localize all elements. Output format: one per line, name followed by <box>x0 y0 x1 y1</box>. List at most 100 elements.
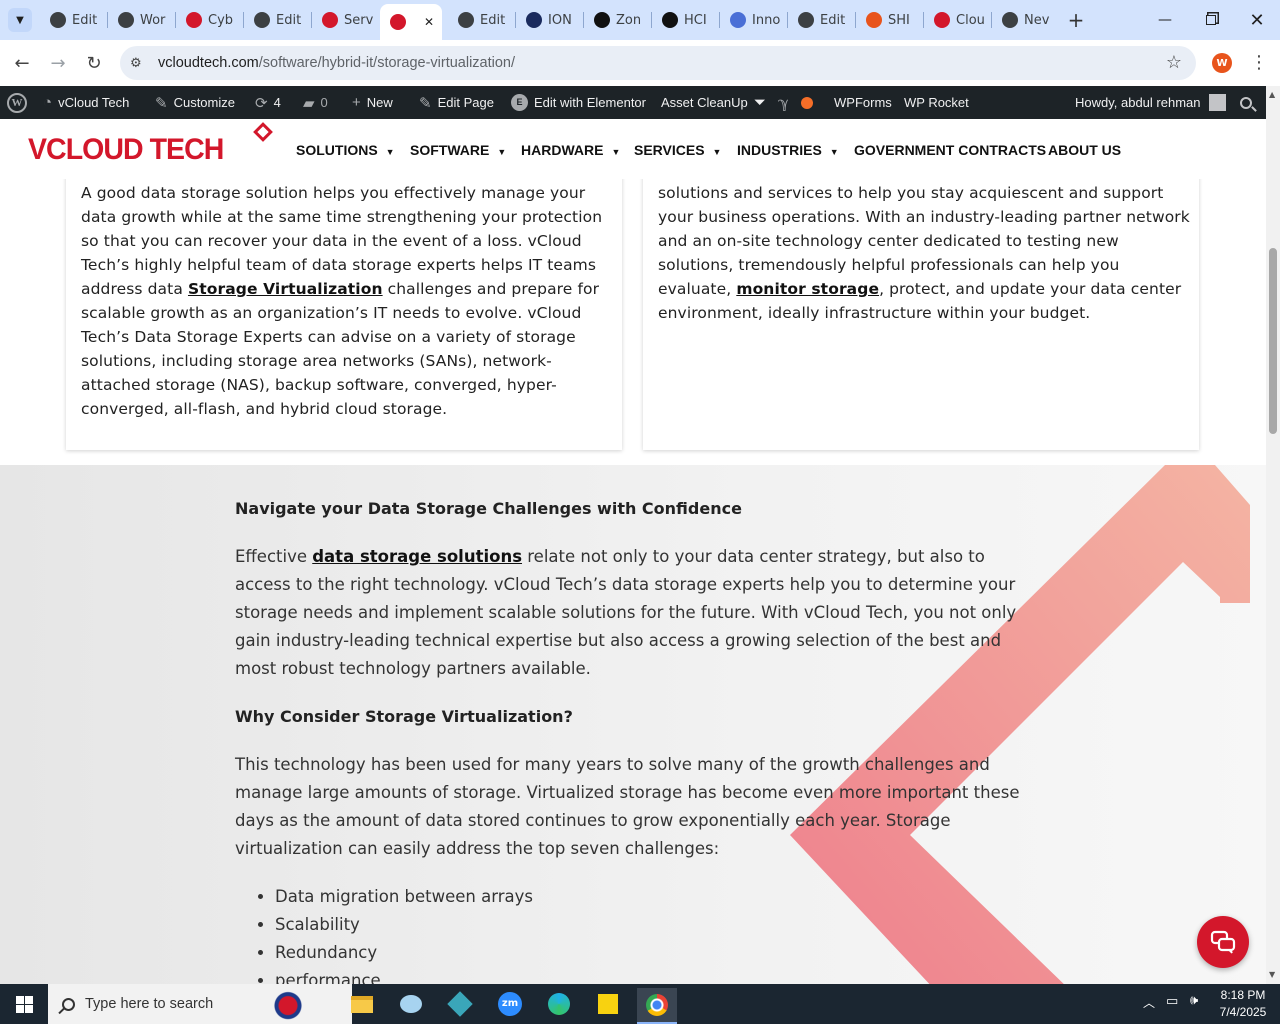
nav-menu-item-services[interactable]: SERVICES ▼ <box>634 142 721 158</box>
network-icon[interactable]: ▭ <box>1166 994 1178 1009</box>
wp-logo-button[interactable]: W <box>7 86 27 119</box>
zoom-taskbar-icon[interactable]: zm <box>490 988 530 1020</box>
tab-label: Inno <box>752 12 781 28</box>
tab-separator <box>651 12 652 28</box>
browser-tab-14[interactable]: Clou <box>924 6 990 34</box>
browser-tab-8[interactable]: ION <box>516 6 582 34</box>
new-tab-button[interactable]: + <box>1064 8 1088 32</box>
logo-diamond-icon <box>253 122 273 142</box>
adminbar-wpforms[interactable]: WPForms <box>834 86 892 119</box>
tab-separator <box>311 12 312 28</box>
browser-tab-2[interactable]: Wor <box>108 6 174 34</box>
ion-icon <box>526 12 542 28</box>
tab-separator <box>719 12 720 28</box>
sticky-notes-taskbar-icon[interactable] <box>588 988 628 1020</box>
browser-tab-strip: ▼ Edit Wor Cyb Edit Serv ✕ Edit ION Zon HCI Inno Ed… <box>0 0 1280 40</box>
browser-tab-1[interactable]: Edit <box>40 6 106 34</box>
adminbar-yoast[interactable]: ℽ <box>778 86 813 119</box>
live-chat-button[interactable] <box>1197 916 1249 968</box>
plus-icon: + <box>352 94 361 111</box>
browser-tab-5[interactable]: Serv <box>312 6 378 34</box>
nav-menu-item-industries[interactable]: INDUSTRIES ▼ <box>737 142 839 158</box>
vcloud-tech-logo[interactable]: VCLOUD TECH <box>28 122 278 175</box>
adminbar-search[interactable] <box>1240 86 1257 119</box>
adminbar-edit-page[interactable]: ✎ Edit Page <box>419 86 494 119</box>
browser-tab-9[interactable]: Zon <box>584 6 650 34</box>
show-hidden-icons-chevron-icon[interactable]: ︿ <box>1143 994 1155 1011</box>
dashboard-icon: ◔ <box>43 94 53 111</box>
tab-search-button[interactable]: ▼ <box>8 8 32 32</box>
adminbar-comments[interactable]: ▰ 0 <box>303 86 328 119</box>
nav-menu-label: SOLUTIONS <box>296 142 378 158</box>
monitor-storage-link[interactable]: monitor storage <box>736 280 879 298</box>
taskbar-clock[interactable]: 8:18 PM 7/4/2025 <box>1214 987 1272 1021</box>
adminbar-customize[interactable]: ✎ Customize <box>155 86 235 119</box>
tab-separator <box>787 12 788 28</box>
scrollbar-thumb[interactable] <box>1269 248 1277 434</box>
minimize-button[interactable]: — <box>1142 0 1188 40</box>
vcloud-icon <box>390 14 406 30</box>
tab-label: Serv <box>344 12 374 28</box>
list-item: performance <box>275 967 835 984</box>
adminbar-wprocket[interactable]: WP Rocket <box>904 86 969 119</box>
adminbar-new[interactable]: + New <box>352 86 393 119</box>
reload-button[interactable]: ↻ <box>79 48 109 78</box>
nav-menu-label: INDUSTRIES <box>737 142 822 158</box>
browser-menu-icon[interactable]: ⋮ <box>1250 52 1268 73</box>
adminbar-site-name[interactable]: ◔ vCloud Tech <box>43 86 129 119</box>
search-placeholder: Type here to search <box>85 996 214 1012</box>
taskbar-search-box[interactable]: Type here to search <box>48 984 352 1024</box>
edge-taskbar-icon[interactable] <box>539 988 579 1020</box>
data-storage-solutions-link[interactable]: data storage solutions <box>312 547 522 566</box>
scroll-up-arrow-icon[interactable]: ▲ <box>1269 90 1275 99</box>
browser-tab-15[interactable]: Nev <box>992 6 1058 34</box>
browser-tab-10[interactable]: HCI <box>652 6 718 34</box>
browser-tab-6[interactable]: ✕ <box>380 4 442 40</box>
nav-menu-item-solutions[interactable]: SOLUTIONS ▼ <box>296 142 395 158</box>
paint-app-taskbar-icon[interactable] <box>391 988 431 1020</box>
bookmark-star-icon[interactable]: ☆ <box>1166 52 1182 73</box>
plus-icon: + <box>1067 8 1085 32</box>
windows-taskbar: Type here to search zm ︿ ▭ 🕪 8:18 PM 7/4… <box>0 984 1280 1024</box>
chrome-taskbar-icon[interactable] <box>637 988 677 1024</box>
asset-cleanup-label: Asset CleanUp <box>661 95 748 110</box>
site-header: VCLOUD TECH SOLUTIONS ▼ SOFTWARE ▼ HARDWARE ▼… <box>0 119 1266 179</box>
restore-button[interactable] <box>1188 0 1234 40</box>
howdy-label: Howdy, abdul rehman <box>1075 95 1201 110</box>
scroll-down-arrow-icon[interactable]: ▼ <box>1269 970 1275 979</box>
browser-tab-13[interactable]: SHI <box>856 6 922 34</box>
address-bar[interactable]: ⚙ vcloudtech.com/software/hybrid-it/stor… <box>120 46 1196 80</box>
browser-tab-7[interactable]: Edit <box>448 6 514 34</box>
nav-menu-item-government-contracts[interactable]: GOVERNMENT CONTRACTS <box>854 142 1046 158</box>
profile-avatar[interactable]: W <box>1212 53 1232 73</box>
nav-menu-item-about-us[interactable]: ABOUT US <box>1048 142 1121 158</box>
browser-tab-11[interactable]: Inno <box>720 6 786 34</box>
storage-virtualization-link[interactable]: Storage Virtualization <box>188 280 383 298</box>
vcloud-icon <box>322 12 338 28</box>
site-info-icon[interactable]: ⚙ <box>130 56 146 71</box>
windows-logo-icon <box>15 995 33 1013</box>
3d-app-taskbar-icon[interactable] <box>440 988 480 1020</box>
page-scrollbar[interactable]: ▲ ▼ <box>1266 86 1280 984</box>
volume-icon[interactable]: 🕪 <box>1190 993 1198 1008</box>
close-tab-icon[interactable]: ✕ <box>424 15 434 29</box>
browser-tab-3[interactable]: Cyb <box>176 6 242 34</box>
forward-button[interactable]: → <box>43 48 73 78</box>
browser-tab-12[interactable]: Edit <box>788 6 854 34</box>
adminbar-asset-cleanup[interactable]: Asset CleanUp ⏷ <box>661 86 766 119</box>
nav-menu-item-software[interactable]: SOFTWARE ▼ <box>410 142 506 158</box>
browser-tab-4[interactable]: Edit <box>244 6 310 34</box>
tab-label: Cyb <box>208 12 234 28</box>
wordpress-icon <box>458 12 474 28</box>
nav-menu-item-hardware[interactable]: HARDWARE ▼ <box>521 142 620 158</box>
cloud-icon <box>934 12 950 28</box>
adminbar-account[interactable]: Howdy, abdul rehman <box>1075 86 1226 119</box>
close-window-button[interactable]: ✕ <box>1234 0 1280 40</box>
file-explorer-taskbar-icon[interactable] <box>342 988 382 1020</box>
adminbar-updates[interactable]: ⟳ 4 <box>255 86 281 119</box>
back-button[interactable]: ← <box>7 48 37 78</box>
search-icon <box>1240 96 1257 112</box>
start-button[interactable] <box>4 988 44 1020</box>
adminbar-elementor[interactable]: E Edit with Elementor <box>511 86 646 119</box>
wordpress-icon <box>50 12 66 28</box>
